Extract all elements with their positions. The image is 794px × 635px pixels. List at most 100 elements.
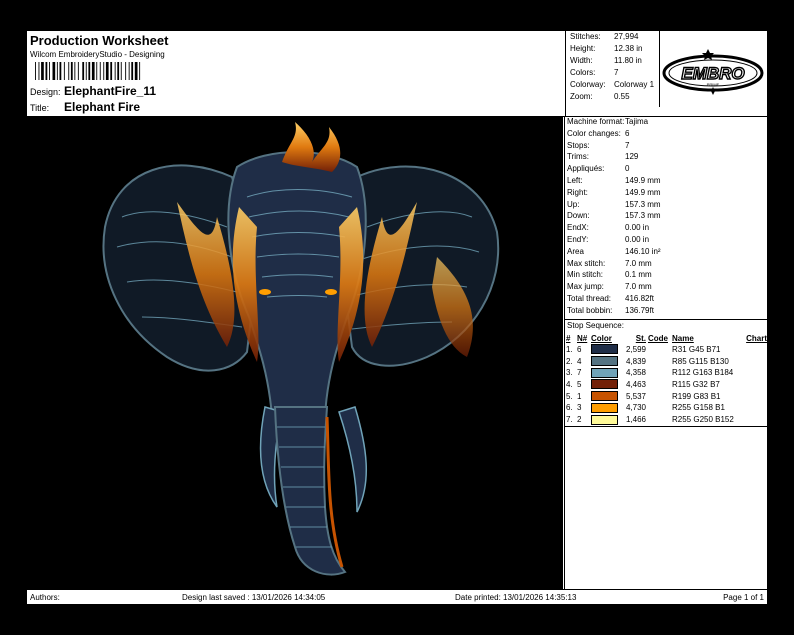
stop-row: 6. 3 4,730 R255 G158 B1	[565, 402, 767, 414]
stop-row: 5. 1 5,537 R199 G83 B1	[565, 390, 767, 402]
machine-stat-row: Appliqués: 0	[565, 164, 767, 176]
stat-value: 6	[625, 128, 630, 138]
stop-needle: 5	[577, 379, 582, 389]
divider	[565, 426, 767, 428]
stat-value: 149.9 mm	[625, 187, 661, 197]
barcode	[35, 62, 141, 80]
summary-row: Height: 12.38 in	[570, 44, 643, 53]
col-color: Color	[591, 333, 612, 343]
stop-index: 7.	[566, 415, 573, 425]
stat-value: 149.9 mm	[625, 175, 661, 185]
stat-label: Total thread:	[567, 293, 612, 303]
stop-chart	[742, 390, 767, 402]
col-needle: N#	[577, 333, 588, 343]
authors-label: Authors:	[30, 593, 60, 602]
stop-name: R112 G163 B184	[672, 368, 734, 378]
stat-value: 7	[625, 140, 630, 150]
stop-index: 2.	[566, 356, 573, 366]
date-printed: Date printed: 13/01/2026 14:35:13	[455, 593, 577, 602]
col-chart: Chart	[746, 333, 767, 343]
stat-value: 416.82ft	[625, 293, 654, 303]
stop-index: 3.	[566, 368, 573, 378]
logo-badge-icon: EMBRO PRIME	[662, 49, 764, 95]
stat-label: EndX:	[567, 223, 589, 233]
stop-name: R199 G83 B1	[672, 391, 721, 401]
stop-color	[590, 390, 620, 402]
last-saved: Design last saved : 13/01/2026 14:34:05	[182, 593, 326, 602]
stat-value: 0.1 mm	[625, 270, 652, 280]
stop-chart	[742, 379, 767, 391]
elephant-artwork	[102, 122, 500, 576]
embro-prime-logo: EMBRO PRIME	[660, 31, 767, 116]
stop-index: 1.	[566, 344, 573, 354]
color-swatch	[591, 367, 618, 378]
machine-stat-row: EndX: 0.00 in	[565, 223, 767, 235]
stop-index: 5.	[566, 391, 573, 401]
stop-row: 2. 4 4,839 R85 G115 B130	[565, 355, 767, 367]
design-summary: Stitches: 27,994 Height: 12.38 in Width: 11…	[566, 31, 660, 107]
logo-text: EMBRO	[681, 64, 744, 83]
stop-needle: 3	[577, 403, 582, 413]
stop-stitches: 4,358	[625, 368, 646, 378]
machine-stat-row: Max stitch: 7.0 mm	[565, 259, 767, 271]
machine-stat-row: Min stitch: 0.1 mm	[565, 270, 767, 282]
stop-name: R31 G45 B71	[672, 344, 721, 354]
stop-code	[647, 414, 671, 426]
machine-stat-row: Machine format: Tajima	[565, 117, 767, 129]
machine-stats: Machine format: Tajima Color changes: 6 Stop…	[565, 117, 767, 318]
stat-value: 0.00 in	[625, 223, 650, 233]
stat-label: Max jump:	[567, 282, 604, 292]
stat-label: Area	[567, 246, 584, 256]
stop-color	[590, 379, 620, 391]
stop-code	[647, 402, 671, 414]
summary-row: Colors: 7	[570, 68, 619, 77]
color-swatch	[591, 379, 618, 390]
stop-row: 4. 5 4,463 R115 G32 B7	[565, 379, 767, 391]
stat-label: Color changes:	[567, 128, 621, 138]
stop-stitches: 4,463	[625, 379, 646, 389]
worksheet: Production Worksheet Wilcom EmbroiderySt…	[27, 31, 767, 604]
stat-value: 7.0 mm	[625, 258, 652, 268]
stop-table-header: # N# Color St. Code Name Chart	[565, 333, 767, 344]
stat-value: 146.10 in²	[625, 246, 661, 256]
stop-name: R255 G158 B1	[672, 403, 725, 413]
machine-stat-row: Trims: 129	[565, 152, 767, 164]
color-swatch	[591, 414, 618, 425]
stat-label: Max stitch:	[567, 258, 606, 268]
worksheet-title: Production Worksheet	[30, 33, 169, 48]
design-title: Elephant Fire	[64, 100, 141, 114]
logo-subtext: PRIME	[707, 82, 720, 87]
stop-chart	[742, 344, 767, 356]
summary-row: Stitches: 27,994	[570, 32, 639, 41]
stat-label: Up:	[567, 199, 580, 209]
machine-stat-row: Color changes: 6	[565, 129, 767, 141]
stop-row: 3. 7 4,358 R112 G163 B184	[565, 367, 767, 379]
stop-code	[647, 344, 671, 356]
machine-stat-row: Stops: 7	[565, 141, 767, 153]
color-swatch	[591, 402, 618, 413]
machine-details-panel: Machine format: Tajima Color changes: 6 Stop…	[564, 117, 767, 589]
stop-stitches: 2,599	[625, 344, 646, 354]
col-name: Name	[672, 333, 694, 343]
stop-name: R255 G250 B152	[672, 415, 734, 425]
stat-label: Stops:	[567, 140, 590, 150]
stat-value: Tajima	[625, 117, 649, 126]
color-swatch	[591, 344, 618, 355]
stat-label: Left:	[567, 175, 583, 185]
stat-value: 0	[625, 164, 630, 174]
color-swatch	[591, 356, 618, 367]
stat-label: Down:	[567, 211, 590, 221]
machine-stat-row: Left: 149.9 mm	[565, 176, 767, 188]
stop-stitches: 4,730	[625, 403, 646, 413]
stop-needle: 1	[577, 391, 582, 401]
stat-label: Machine format:	[567, 117, 625, 126]
machine-stat-row: Down: 157.3 mm	[565, 211, 767, 223]
stop-color	[590, 355, 620, 367]
summary-row: Colorway: Colorway 1	[570, 80, 655, 89]
stop-chart	[742, 355, 767, 367]
stop-needle: 4	[577, 356, 582, 366]
machine-stat-row: EndY: 0.00 in	[565, 235, 767, 247]
stop-chart	[742, 367, 767, 379]
col-stitches: St.	[635, 333, 646, 343]
col-code: Code	[648, 333, 668, 343]
